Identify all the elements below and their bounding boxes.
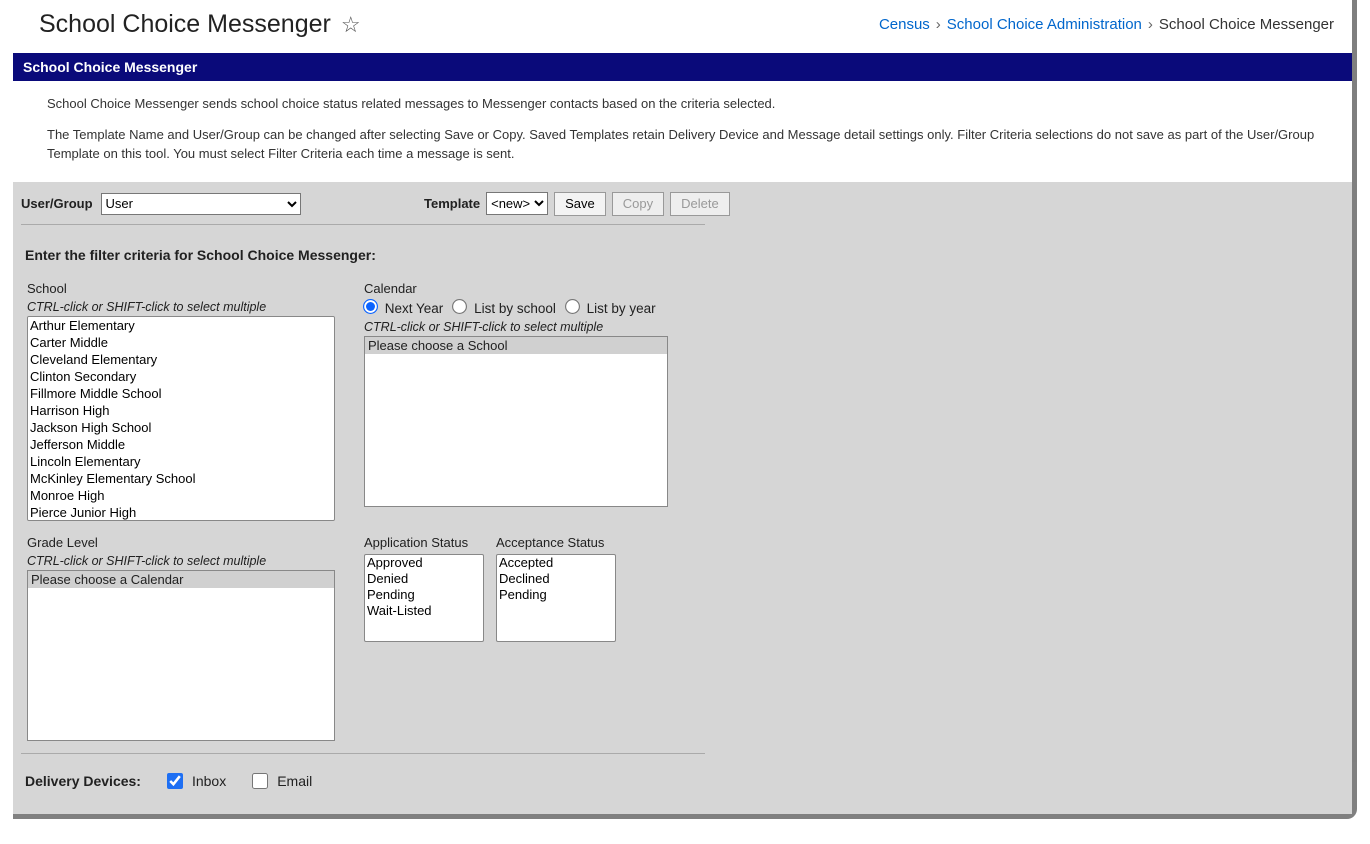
list-item: Monroe High: [28, 487, 334, 504]
list-item: Jefferson Middle: [28, 436, 334, 453]
copy-button: Copy: [612, 192, 664, 216]
user-group-select[interactable]: User: [101, 193, 301, 215]
divider: [21, 753, 705, 754]
acceptance-status-column: Acceptance Status Accepted Declined Pend…: [496, 535, 616, 642]
list-item: Wait-Listed: [365, 603, 483, 619]
page-title-text: School Choice Messenger: [39, 10, 331, 39]
radio-list-by-year-input[interactable]: [565, 299, 580, 314]
divider: [21, 224, 705, 225]
page-title: School Choice Messenger ☆: [39, 10, 361, 39]
radio-list-by-school-input[interactable]: [452, 299, 467, 314]
template-label: Template: [424, 196, 480, 211]
filter-criteria-title: Enter the filter criteria for School Cho…: [13, 231, 1352, 271]
delete-button: Delete: [670, 192, 730, 216]
list-item: Declined: [497, 571, 615, 587]
delivery-email[interactable]: Email: [248, 770, 312, 792]
user-group-label: User/Group: [21, 196, 93, 211]
application-status-label: Application Status: [364, 535, 484, 550]
template-select[interactable]: <new>: [486, 192, 548, 215]
list-item: Clinton Secondary: [28, 368, 334, 385]
list-item: Carter Middle: [28, 334, 334, 351]
grade-placeholder: Please choose a Calendar: [28, 571, 334, 588]
radio-list-by-school[interactable]: List by school: [453, 300, 556, 316]
inbox-checkbox[interactable]: [167, 773, 183, 789]
delivery-inbox[interactable]: Inbox: [163, 770, 226, 792]
star-icon[interactable]: ☆: [341, 12, 361, 38]
school-hint: CTRL-click or SHIFT-click to select mult…: [27, 300, 352, 314]
school-column: School CTRL-click or SHIFT-click to sele…: [27, 281, 352, 521]
radio-next-year-input[interactable]: [363, 299, 378, 314]
breadcrumb-census[interactable]: Census: [879, 16, 930, 33]
chevron-right-icon: ›: [936, 16, 941, 33]
calendar-column: Calendar Next Year List by school List b…: [364, 281, 674, 507]
list-item: Arthur Elementary: [28, 317, 334, 334]
delivery-devices-label: Delivery Devices:: [25, 773, 141, 789]
calendar-hint: CTRL-click or SHIFT-click to select mult…: [364, 320, 674, 334]
breadcrumb-current: School Choice Messenger: [1159, 16, 1334, 33]
list-item: Pierce Junior High: [28, 504, 334, 521]
chevron-right-icon: ›: [1148, 16, 1153, 33]
radio-list-by-year[interactable]: List by year: [566, 300, 656, 316]
list-item: McKinley Elementary School: [28, 470, 334, 487]
list-item: Jackson High School: [28, 419, 334, 436]
list-item: Pending: [497, 587, 615, 603]
email-checkbox[interactable]: [252, 773, 268, 789]
acceptance-status-label: Acceptance Status: [496, 535, 616, 550]
school-label: School: [27, 281, 352, 296]
section-title: School Choice Messenger: [13, 53, 1352, 81]
calendar-placeholder: Please choose a School: [365, 337, 667, 354]
list-item: Denied: [365, 571, 483, 587]
grade-listbox[interactable]: Please choose a Calendar: [27, 570, 335, 741]
school-listbox[interactable]: Arthur Elementary Carter Middle Clevelan…: [27, 316, 335, 521]
calendar-label: Calendar: [364, 281, 674, 296]
description-p1: School Choice Messenger sends school cho…: [47, 95, 1318, 114]
calendar-listbox[interactable]: Please choose a School: [364, 336, 668, 507]
list-item: Lincoln Elementary: [28, 453, 334, 470]
grade-hint: CTRL-click or SHIFT-click to select mult…: [27, 554, 352, 568]
description-p2: The Template Name and User/Group can be …: [47, 126, 1318, 164]
grade-column: Grade Level CTRL-click or SHIFT-click to…: [27, 535, 352, 741]
radio-next-year[interactable]: Next Year: [364, 300, 443, 316]
list-item: Harrison High: [28, 402, 334, 419]
breadcrumb-school-choice-admin[interactable]: School Choice Administration: [947, 16, 1142, 33]
list-item: Pending: [365, 587, 483, 603]
breadcrumb: Census › School Choice Administration › …: [879, 16, 1334, 33]
save-button[interactable]: Save: [554, 192, 606, 216]
application-status-listbox[interactable]: Approved Denied Pending Wait-Listed: [364, 554, 484, 642]
list-item: Fillmore Middle School: [28, 385, 334, 402]
application-status-column: Application Status Approved Denied Pendi…: [364, 535, 484, 642]
list-item: Cleveland Elementary: [28, 351, 334, 368]
description: School Choice Messenger sends school cho…: [13, 81, 1352, 182]
list-item: Approved: [365, 555, 483, 571]
acceptance-status-listbox[interactable]: Accepted Declined Pending: [496, 554, 616, 642]
list-item: Accepted: [497, 555, 615, 571]
grade-label: Grade Level: [27, 535, 352, 550]
